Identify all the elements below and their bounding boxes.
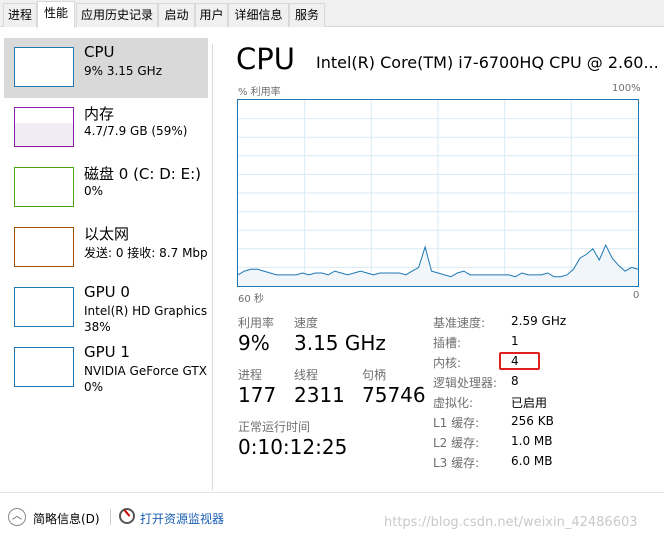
sidebar-item-detail: 0% <box>84 184 104 198</box>
uptime-value: 0:10:12:25 <box>238 435 348 459</box>
proc-value: 177 <box>238 383 277 407</box>
sidebar-item-name: 以太网 <box>84 225 130 243</box>
sidebar-item-2[interactable]: 磁盘 0 (C: D: E:) 0% <box>4 158 208 218</box>
spec-label: 基准速度: <box>433 316 486 330</box>
sidebar-item-name: 磁盘 0 (C: D: E:) <box>84 165 201 183</box>
x-axis-right: 0 <box>633 290 640 301</box>
highlight-box <box>499 352 540 370</box>
spec-label: L2 缓存: <box>433 436 480 450</box>
thumbnail-graph <box>14 347 74 387</box>
tab-bar: 进程 性能 应用历史记录 启动 用户 详细信息 服务 <box>0 0 664 28</box>
footer: ︿ 简略信息(D) 打开资源监视器 https://blog.csdn.net/… <box>0 492 664 541</box>
sidebar-item-detail: 9% 3.15 GHz <box>84 64 163 78</box>
thread-label: 线程 <box>294 368 319 382</box>
spec-label: 虚拟化: <box>433 396 474 410</box>
handle-label: 句柄 <box>362 368 387 382</box>
sidebar-item-name: CPU <box>84 43 115 61</box>
spec-label: 内核: <box>433 356 462 370</box>
sidebar: CPU 9% 3.15 GHz 内存 4.7/7.9 GB (59%) 磁盘 0 (C:… <box>0 28 212 488</box>
proc-label: 进程 <box>238 368 263 382</box>
spec-value: 1 <box>511 334 519 348</box>
sidebar-item-4[interactable]: GPU 0 Intel(R) HD Graphics 530 38% <box>4 278 208 338</box>
watermark: https://blog.csdn.net/weixin_42486603 <box>384 515 638 530</box>
util-value: 9% <box>238 331 270 355</box>
tab-4[interactable]: 用户 <box>195 3 228 27</box>
sidebar-item-name: 内存 <box>84 105 115 123</box>
sidebar-item-detail: Intel(R) HD Graphics 530 <box>84 304 208 318</box>
resource-monitor-icon <box>119 508 135 524</box>
speed-label: 速度 <box>294 316 319 330</box>
summary-button[interactable]: 简略信息(D) <box>33 510 100 527</box>
tab-2[interactable]: 应用历史记录 <box>76 3 158 27</box>
sidebar-item-value: 0% <box>84 380 104 394</box>
thumbnail-graph <box>14 47 74 87</box>
divider <box>212 44 213 490</box>
spec-value: 已启用 <box>511 396 548 410</box>
open-resource-monitor-link[interactable]: 打开资源监视器 <box>140 510 224 527</box>
thumbnail-graph <box>14 227 74 267</box>
sidebar-item-name: GPU 1 <box>84 343 130 361</box>
sidebar-item-value: 38% <box>84 320 111 334</box>
chart-max: 100% <box>612 83 641 94</box>
spec-value: 8 <box>511 374 519 388</box>
cpu-model: Intel(R) Core(TM) i7-6700HQ CPU @ 2.60..… <box>316 53 659 72</box>
tab-3[interactable]: 启动 <box>158 3 195 27</box>
sidebar-item-3[interactable]: 以太网发送: 0 接收: 8.7 Mbps <box>4 218 208 278</box>
spec-value: 6.0 MB <box>511 454 553 468</box>
handle-value: 75746 <box>362 383 426 407</box>
tab-1[interactable]: 性能 <box>37 1 75 28</box>
uptime-label: 正常运行时间 <box>238 420 311 434</box>
sidebar-item-detail: 4.7/7.9 GB (59%) <box>84 124 188 138</box>
sidebar-item-5[interactable]: GPU 1 NVIDIA GeForce GTX 960M 0% <box>4 338 208 398</box>
thumbnail-graph <box>14 287 74 327</box>
x-axis-left: 60 秒 <box>238 294 264 305</box>
spec-value: 1.0 MB <box>511 434 553 448</box>
sidebar-item-detail: NVIDIA GeForce GTX 960M <box>84 364 208 378</box>
tab-5[interactable]: 详细信息 <box>228 3 289 27</box>
thumbnail-graph <box>14 107 74 147</box>
spec-label: L1 缓存: <box>433 416 480 430</box>
thumbnail-graph <box>14 167 74 207</box>
spec-label: L3 缓存: <box>433 456 480 470</box>
separator <box>110 509 111 525</box>
spec-value: 256 KB <box>511 414 554 428</box>
util-label: 利用率 <box>238 316 275 330</box>
tab-0[interactable]: 进程 <box>3 3 37 27</box>
sidebar-item-0[interactable]: CPU 9% 3.15 GHz <box>4 38 208 98</box>
cpu-usage-chart <box>237 99 639 287</box>
sidebar-item-detail: 发送: 0 接收: 8.7 Mbps <box>84 246 208 260</box>
chevron-up-icon[interactable]: ︿ <box>8 508 26 526</box>
spec-label: 逻辑处理器: <box>433 376 498 390</box>
page-title: CPU <box>236 42 295 76</box>
thread-value: 2311 <box>294 383 345 407</box>
spec-label: 插槽: <box>433 336 462 350</box>
spec-value: 2.59 GHz <box>511 314 567 328</box>
chart-label: % 利用率 <box>238 87 281 98</box>
sidebar-item-name: GPU 0 <box>84 283 130 301</box>
speed-value: 3.15 GHz <box>294 331 386 355</box>
tab-6[interactable]: 服务 <box>289 3 325 27</box>
sidebar-item-1[interactable]: 内存 4.7/7.9 GB (59%) <box>4 98 208 158</box>
